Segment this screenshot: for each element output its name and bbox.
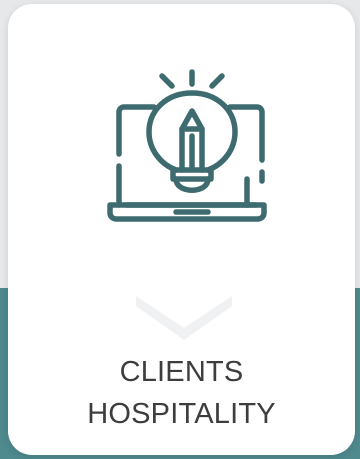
chevron-down-icon (136, 296, 232, 340)
clients-hospitality-card[interactable]: CLIENTS HOSPITALITY (8, 4, 355, 455)
card-title: CLIENTS HOSPITALITY (8, 351, 355, 435)
card-title-line-1: CLIENTS (119, 356, 244, 388)
card-title-line-2: HOSPITALITY (87, 398, 276, 430)
laptop-lightbulb-pencil-icon (107, 69, 267, 222)
